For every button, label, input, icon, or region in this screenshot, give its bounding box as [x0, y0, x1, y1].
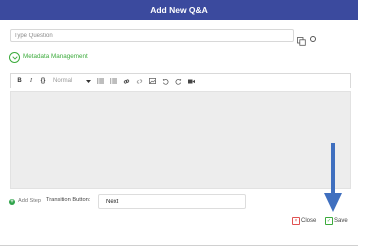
transition-button-label: Transition Button:: [46, 197, 91, 203]
redo-icon[interactable]: [172, 74, 185, 88]
add-step-button[interactable]: Add Step: [18, 198, 41, 204]
plus-icon[interactable]: +: [9, 199, 15, 205]
arrow-down-icon: [324, 143, 342, 212]
unlink-icon[interactable]: [133, 74, 146, 88]
link-icon[interactable]: [120, 74, 133, 88]
answer-editor[interactable]: [10, 91, 351, 189]
question-input[interactable]: [10, 29, 294, 42]
bullet-list-icon[interactable]: [94, 74, 107, 88]
format-select[interactable]: Normal: [50, 74, 94, 88]
circle-icon[interactable]: [310, 36, 316, 42]
close-button[interactable]: × Close: [292, 216, 316, 225]
dialog-header: Add New Q&A: [0, 0, 358, 20]
video-icon[interactable]: [185, 74, 198, 88]
save-button[interactable]: ✓ Save: [325, 216, 348, 225]
bold-button[interactable]: B: [13, 74, 26, 88]
undo-icon[interactable]: [159, 74, 172, 88]
check-icon: ✓: [325, 216, 333, 225]
editor-toolbar: B I {} Normal: [10, 73, 351, 88]
image-icon[interactable]: [146, 74, 159, 88]
add-qa-dialog: Add New Q&A Metadata Management B I {} N…: [0, 0, 358, 247]
format-select-value: Normal: [53, 78, 73, 84]
metadata-management-toggle[interactable]: Metadata Management: [23, 53, 88, 60]
caret-down-icon: [86, 79, 91, 83]
italic-button[interactable]: I: [26, 74, 36, 88]
code-button[interactable]: {}: [36, 74, 50, 88]
divider: [0, 245, 358, 246]
close-label: Close: [301, 217, 317, 224]
numbered-list-icon[interactable]: [107, 74, 120, 88]
close-icon: ×: [292, 216, 300, 225]
save-label: Save: [334, 217, 348, 224]
dialog-title: Add New Q&A: [150, 5, 208, 15]
copy-icon[interactable]: [297, 33, 306, 46]
chevron-down-icon[interactable]: [9, 52, 20, 63]
transition-button-input[interactable]: [98, 194, 246, 209]
